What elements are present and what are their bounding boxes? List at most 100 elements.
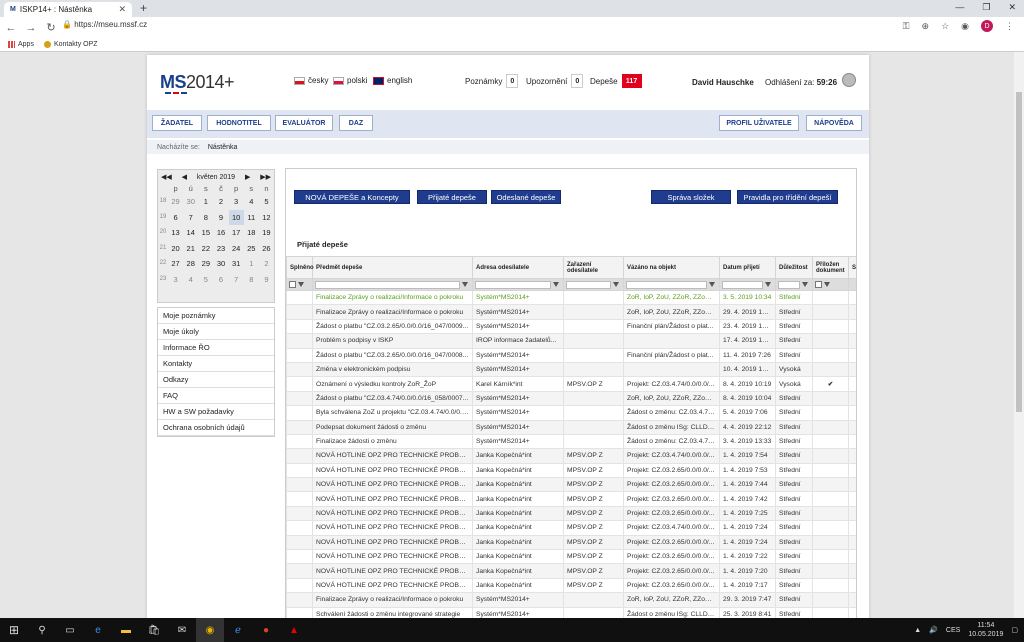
table-row[interactable]: NOVÁ HOTLINE OPZ PRO TECHNICKÉ PROBLÉMY … <box>286 534 856 551</box>
filter-input[interactable] <box>778 280 800 289</box>
close-window-icon[interactable]: ✕ <box>1008 2 1016 13</box>
filter-icon[interactable] <box>553 282 559 287</box>
lang-polish[interactable]: polski <box>333 76 367 85</box>
bookmark-apps[interactable]: Apps <box>8 41 34 48</box>
minimize-icon[interactable]: — <box>955 2 964 13</box>
star-icon[interactable]: ☆ <box>941 21 949 32</box>
column-header[interactable]: Důležitost <box>775 256 813 279</box>
column-header[interactable]: S o <box>848 256 856 279</box>
menu-zadatel[interactable]: ŽADATEL <box>152 115 202 131</box>
cell-done[interactable] <box>286 419 313 435</box>
side-menu-item[interactable]: Moje úkoly <box>158 324 274 340</box>
cell-done[interactable] <box>286 390 313 407</box>
folder-management-button[interactable]: Správa složek <box>651 190 731 204</box>
column-header[interactable]: Předmět depeše <box>312 256 473 279</box>
calendar-day[interactable]: 31 <box>229 256 244 272</box>
key-icon[interactable]: ⚿ <box>903 21 910 32</box>
forward-icon[interactable]: → <box>22 22 40 34</box>
notes-counter[interactable]: Poznámky 0 <box>465 74 519 88</box>
side-menu-item[interactable]: FAQ <box>158 388 274 404</box>
table-row[interactable]: NOVÁ HOTLINE OPZ PRO TECHNICKÉ PROBLÉMY … <box>286 520 856 536</box>
calendar-day[interactable]: 28 <box>183 256 198 272</box>
calendar-day[interactable]: 1 <box>244 256 259 272</box>
user-name[interactable]: David Hauschke <box>692 78 754 87</box>
calendar-day[interactable]: 7 <box>183 210 198 226</box>
new-message-button[interactable]: NOVÁ DEPEŠE a Koncepty <box>294 190 410 204</box>
filter-icon[interactable] <box>824 281 830 287</box>
calendar-day[interactable]: 19 <box>259 225 274 241</box>
calendar-day[interactable]: 26 <box>259 241 274 257</box>
menu-profile[interactable]: PROFIL UŽIVATELE <box>719 115 799 131</box>
windows-start-icon[interactable]: ⊞ <box>0 618 28 642</box>
back-icon[interactable]: ← <box>2 22 20 34</box>
lang-english[interactable]: english <box>373 76 412 85</box>
notifications-icon[interactable]: ▢ <box>1011 626 1018 634</box>
cell-done[interactable] <box>286 304 313 320</box>
column-header[interactable]: Adresa odesílatele <box>472 256 564 279</box>
edge-icon[interactable]: e <box>84 618 112 642</box>
filter-icon[interactable] <box>765 282 771 287</box>
calendar-day[interactable]: 7 <box>229 272 244 288</box>
chrome-icon[interactable]: ◉ <box>196 618 224 642</box>
calendar-day[interactable]: 29 <box>198 256 213 272</box>
cell-done[interactable] <box>286 563 313 579</box>
menu-dots-icon[interactable]: ⋮ <box>1005 21 1014 32</box>
file-explorer-icon[interactable]: ▬ <box>112 618 140 642</box>
calendar-day[interactable]: 9 <box>259 272 274 288</box>
calendar-day[interactable]: 9 <box>213 210 228 226</box>
task-view-icon[interactable]: ▭ <box>56 618 84 642</box>
column-header[interactable]: Datum přijetí <box>719 256 776 279</box>
search-icon[interactable]: ⚲ <box>28 618 56 642</box>
cell-done[interactable] <box>286 534 313 551</box>
menu-hodnotitel[interactable]: HODNOTITEL <box>207 115 271 131</box>
calendar-day[interactable]: 3 <box>229 194 244 210</box>
filter-icon[interactable] <box>298 281 304 287</box>
powerpoint-icon[interactable]: ● <box>252 618 280 642</box>
store-icon[interactable]: 🛍 <box>140 618 168 642</box>
calendar-day[interactable]: 22 <box>198 241 213 257</box>
calendar-day[interactable]: 20 <box>168 241 183 257</box>
calendar-day[interactable]: 3 <box>168 272 183 288</box>
column-header[interactable]: Přiložen dokument <box>812 256 849 279</box>
cell-done[interactable] <box>286 462 313 479</box>
cell-done[interactable] <box>286 592 313 608</box>
filter-icon[interactable] <box>802 282 808 287</box>
calendar-day[interactable]: 5 <box>198 272 213 288</box>
next-month-icon[interactable]: ▶ <box>245 173 250 181</box>
filter-input[interactable] <box>315 280 460 289</box>
cell-done[interactable] <box>286 333 313 349</box>
column-header[interactable]: Zařazení odesílatele <box>563 256 624 279</box>
cell-done[interactable] <box>286 477 313 493</box>
table-row[interactable]: NOVÁ HOTLINE OPZ PRO TECHNICKÉ PROBLÉMY … <box>286 563 856 579</box>
table-row[interactable]: NOVÁ HOTLINE OPZ PRO TECHNICKÉ PROBLÉMY … <box>286 491 856 507</box>
calendar-day[interactable]: 14 <box>183 225 198 241</box>
column-header[interactable]: Splněno <box>286 256 314 279</box>
cell-done[interactable] <box>286 318 313 335</box>
table-row[interactable]: NOVÁ HOTLINE OPZ PRO TECHNICKÉ PROBLÉMY … <box>286 577 856 594</box>
side-menu-item[interactable]: Informace ŘO <box>158 340 274 356</box>
table-row[interactable]: Finalizace Zprávy o realizaci/Informace … <box>286 289 856 306</box>
acrobat-icon[interactable]: ▲ <box>280 618 308 642</box>
calendar-day[interactable]: 17 <box>229 225 244 241</box>
calendar-day[interactable]: 2 <box>213 194 228 210</box>
profile-avatar[interactable]: D <box>981 20 993 32</box>
cell-done[interactable] <box>286 405 313 421</box>
side-menu-item[interactable]: Ochrana osobních údajů <box>158 420 274 436</box>
clock[interactable]: 11:54 10.05.2019 <box>968 621 1003 639</box>
calendar-day[interactable]: 27 <box>168 256 183 272</box>
table-row[interactable]: Finalizace Zprávy o realizaci/Informace … <box>286 304 856 320</box>
table-row[interactable]: Žádost o platbu "CZ.03.4.74/0.0/0.0/16_0… <box>286 390 856 407</box>
table-row[interactable]: Finalizace žádosti o změnu Systém*MS2014+… <box>286 433 856 450</box>
network-icon[interactable]: ▲ <box>914 627 921 634</box>
close-tab-icon[interactable]: ✕ <box>118 4 126 15</box>
bookmark-kontakty[interactable]: Kontakty OPZ <box>43 41 98 48</box>
filter-input[interactable] <box>566 280 611 289</box>
menu-help[interactable]: NÁPOVĚDA <box>806 115 862 131</box>
table-row[interactable]: Žádost o platbu "CZ.03.2.65/0.0/0.0/16_0… <box>286 318 856 335</box>
table-row[interactable]: NOVÁ HOTLINE OPZ PRO TECHNICKÉ PROBLÉMY … <box>286 448 856 464</box>
table-row[interactable]: Finalizace Zprávy o realizaci/Informace … <box>286 592 856 608</box>
calendar-day[interactable]: 4 <box>183 272 198 288</box>
extension-icon[interactable]: ◉ <box>961 21 969 32</box>
calendar-day[interactable]: 15 <box>198 225 213 241</box>
reload-icon[interactable]: ↻ <box>42 21 60 34</box>
